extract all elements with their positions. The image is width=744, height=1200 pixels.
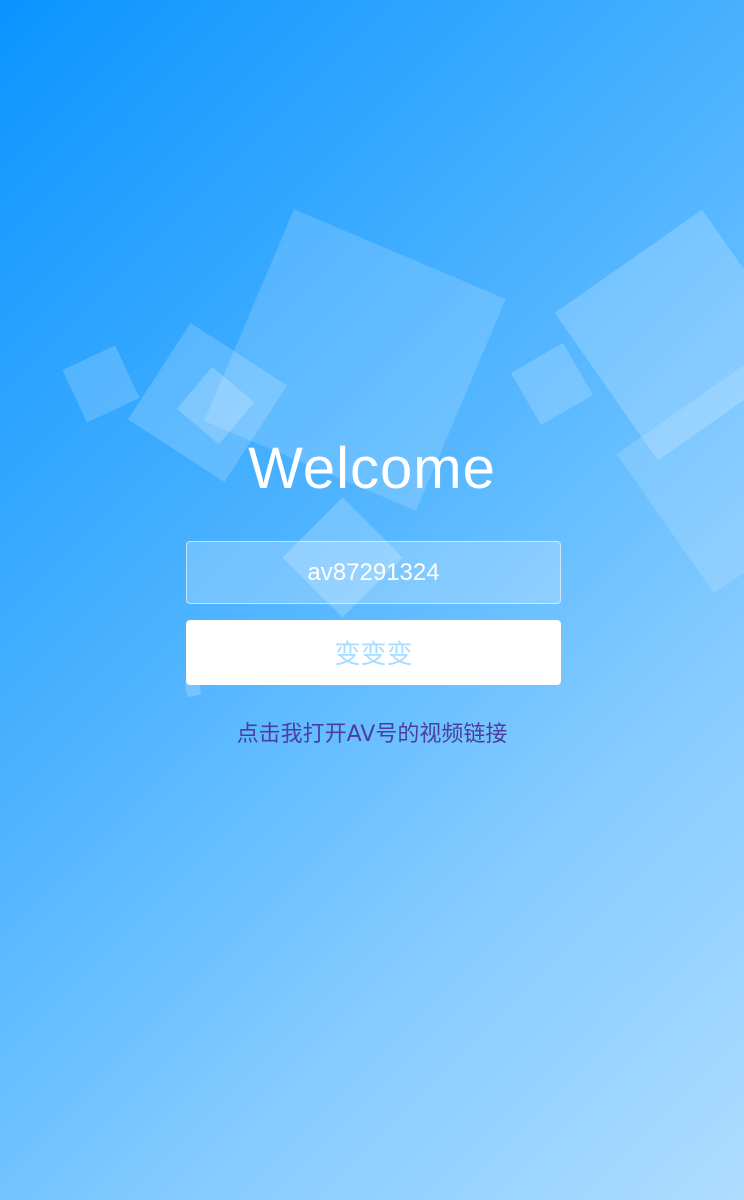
convert-button[interactable]: 变变变 [186,620,561,685]
main-content: Welcome 变变变 点击我打开AV号的视频链接 [0,0,744,1200]
open-video-link[interactable]: 点击我打开AV号的视频链接 [0,716,744,748]
av-number-input[interactable] [186,541,561,604]
page-title: Welcome [248,436,496,501]
